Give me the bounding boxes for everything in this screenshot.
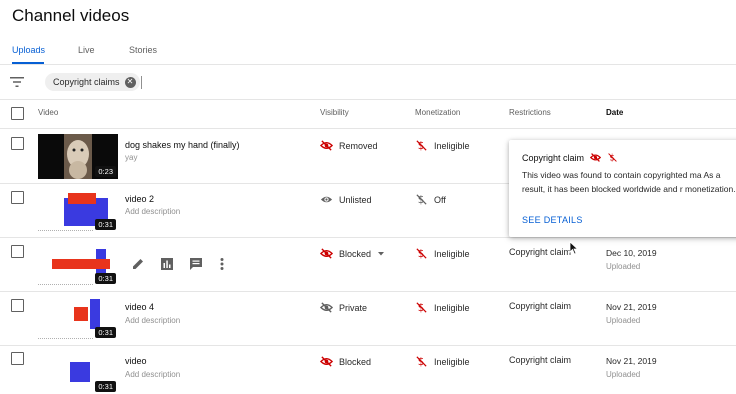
blocked-eye-icon (320, 356, 333, 367)
popup-header: Copyright claim $ (522, 152, 618, 163)
restrictions-cell[interactable]: Copyright claim (509, 301, 571, 311)
visibility-cell: Private (320, 301, 367, 314)
monetization-cell: $ Ineligible (415, 301, 470, 314)
comments-icon[interactable] (189, 257, 203, 271)
date-status: Uploaded (606, 370, 641, 379)
video-thumbnail[interactable]: 0:31 (38, 295, 118, 340)
column-header-date[interactable]: Date (606, 108, 623, 117)
monetization-label: Ineligible (434, 248, 470, 259)
popup-message: This video was found to contain copyrigh… (522, 170, 736, 194)
popup-title: Copyright claim (522, 152, 585, 163)
video-thumbnail[interactable]: 0:31 (38, 241, 118, 286)
divider (0, 128, 736, 129)
monetization-label: Ineligible (434, 140, 470, 151)
monetization-label: Off (434, 194, 446, 205)
more-vert-icon[interactable] (218, 257, 226, 271)
filter-input[interactable] (141, 76, 142, 89)
monetization-cell: $ Ineligible (415, 355, 470, 368)
column-header-monetization[interactable]: Monetization (415, 108, 460, 117)
dollar-off-icon: $ (416, 248, 427, 260)
date-value: Dec 10, 2019 (606, 248, 657, 258)
visibility-cell: Removed (320, 139, 378, 152)
close-icon[interactable]: ✕ (124, 76, 136, 88)
date-status: Uploaded (606, 262, 641, 271)
video-title[interactable]: video (125, 356, 147, 366)
private-eye-icon (320, 302, 333, 313)
video-thumbnail[interactable]: 0:23 (38, 134, 118, 179)
monetization-cell: $ Ineligible (415, 247, 470, 260)
column-header-restrictions[interactable]: Restrictions (509, 108, 551, 117)
monetization-cell: $ Ineligible (415, 139, 470, 152)
removed-eye-icon (320, 140, 333, 151)
dollar-off-icon: $ (416, 356, 427, 368)
video-thumbnail[interactable]: 0:31 (38, 349, 118, 394)
restrictions-cell[interactable]: Copyright claim (509, 355, 571, 365)
dollar-off-icon: $ (416, 302, 427, 314)
monetization-label: Ineligible (434, 302, 470, 313)
row-checkbox[interactable] (11, 191, 24, 204)
dollar-off-icon: $ (416, 194, 427, 206)
dollar-off-icon: $ (416, 140, 427, 152)
analytics-icon[interactable] (160, 257, 174, 271)
video-description[interactable]: Add description (125, 370, 180, 379)
filter-icon[interactable] (9, 75, 25, 89)
visibility-label: Private (339, 302, 368, 313)
select-all-checkbox[interactable] (11, 107, 24, 120)
video-title[interactable]: dog shakes my hand (finally) (125, 140, 240, 150)
duration-badge: 0:31 (95, 273, 116, 284)
video-description: yay (125, 153, 138, 162)
visibility-cell[interactable]: Blocked (320, 247, 385, 260)
divider (0, 237, 736, 238)
video-description[interactable]: Add description (125, 316, 180, 325)
filter-chip-label: Copyright claims (53, 77, 120, 87)
divider (0, 345, 736, 346)
monetization-cell: $ Off (415, 193, 446, 206)
blocked-eye-icon (590, 153, 602, 162)
visibility-label: Unlisted (339, 194, 372, 205)
filter-chip[interactable]: Copyright claims ✕ (45, 73, 140, 91)
edit-pencil-icon[interactable] (131, 257, 145, 271)
duration-badge: 0:23 (95, 166, 116, 177)
copyright-claim-popup: Copyright claim $ This video was found t… (509, 140, 736, 237)
see-details-link[interactable]: SEE DETAILS (522, 215, 583, 225)
monetization-label: Ineligible (434, 356, 470, 367)
mouse-cursor-icon (569, 241, 579, 255)
divider (0, 99, 736, 100)
visibility-cell: Blocked (320, 355, 371, 368)
visibility-label: Blocked (339, 356, 372, 367)
restrictions-cell[interactable]: Copyright claim (509, 247, 571, 257)
divider (0, 64, 736, 65)
date-status: Uploaded (606, 316, 641, 325)
row-checkbox[interactable] (11, 245, 24, 258)
column-header-visibility[interactable]: Visibility (320, 108, 349, 117)
visibility-label: Blocked (339, 248, 372, 259)
row-checkbox[interactable] (11, 352, 24, 365)
date-value: Nov 21, 2019 (606, 302, 657, 312)
tab-stories[interactable]: Stories (129, 45, 157, 55)
visibility-cell: Unlisted (320, 193, 372, 206)
video-title[interactable]: video 2 (125, 194, 154, 204)
blocked-eye-icon (320, 248, 333, 259)
column-header-video: Video (38, 108, 59, 117)
duration-badge: 0:31 (95, 327, 116, 338)
dollar-off-icon: $ (608, 153, 617, 163)
tab-uploads[interactable]: Uploads (12, 45, 45, 55)
row-checkbox[interactable] (11, 299, 24, 312)
video-description[interactable]: Add description (125, 207, 180, 216)
duration-badge: 0:31 (95, 381, 116, 392)
video-thumbnail[interactable]: 0:31 (38, 187, 118, 232)
duration-badge: 0:31 (95, 219, 116, 230)
row-hover-actions (131, 257, 226, 271)
date-value: Nov 21, 2019 (606, 356, 657, 366)
tab-live[interactable]: Live (78, 45, 95, 55)
divider (0, 291, 736, 292)
eye-icon (320, 196, 333, 203)
row-checkbox[interactable] (11, 137, 24, 150)
chevron-down-icon[interactable] (377, 251, 385, 257)
visibility-label: Removed (339, 140, 378, 151)
page-title: Channel videos (12, 6, 130, 25)
video-title[interactable]: video 4 (125, 302, 154, 312)
